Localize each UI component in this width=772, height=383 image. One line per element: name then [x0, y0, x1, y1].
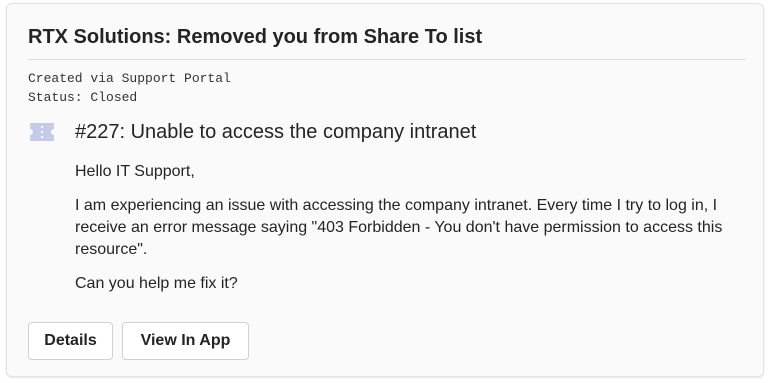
details-button[interactable]: Details: [28, 322, 113, 360]
view-in-app-button[interactable]: View In App: [122, 322, 249, 360]
message-greeting: Hello IT Support,: [75, 163, 195, 180]
title-divider: [28, 59, 746, 60]
message-body: Hello IT Support, I am experiencing an i…: [75, 161, 735, 307]
created-via-text: Created via Support Portal: [28, 71, 231, 86]
message-question: Can you help me fix it?: [75, 275, 238, 292]
ticket-title: #227: Unable to access the company intra…: [75, 121, 477, 143]
message-paragraph: I am experiencing an issue with accessin…: [75, 197, 723, 258]
notification-card: RTX Solutions: Removed you from Share To…: [6, 3, 764, 377]
status-text: Status: Closed: [28, 90, 138, 105]
card-title: RTX Solutions: Removed you from Share To…: [28, 26, 483, 48]
ticket-icon: [28, 121, 56, 143]
ticket-meta: Created via Support Portal Status: Close…: [28, 69, 231, 107]
